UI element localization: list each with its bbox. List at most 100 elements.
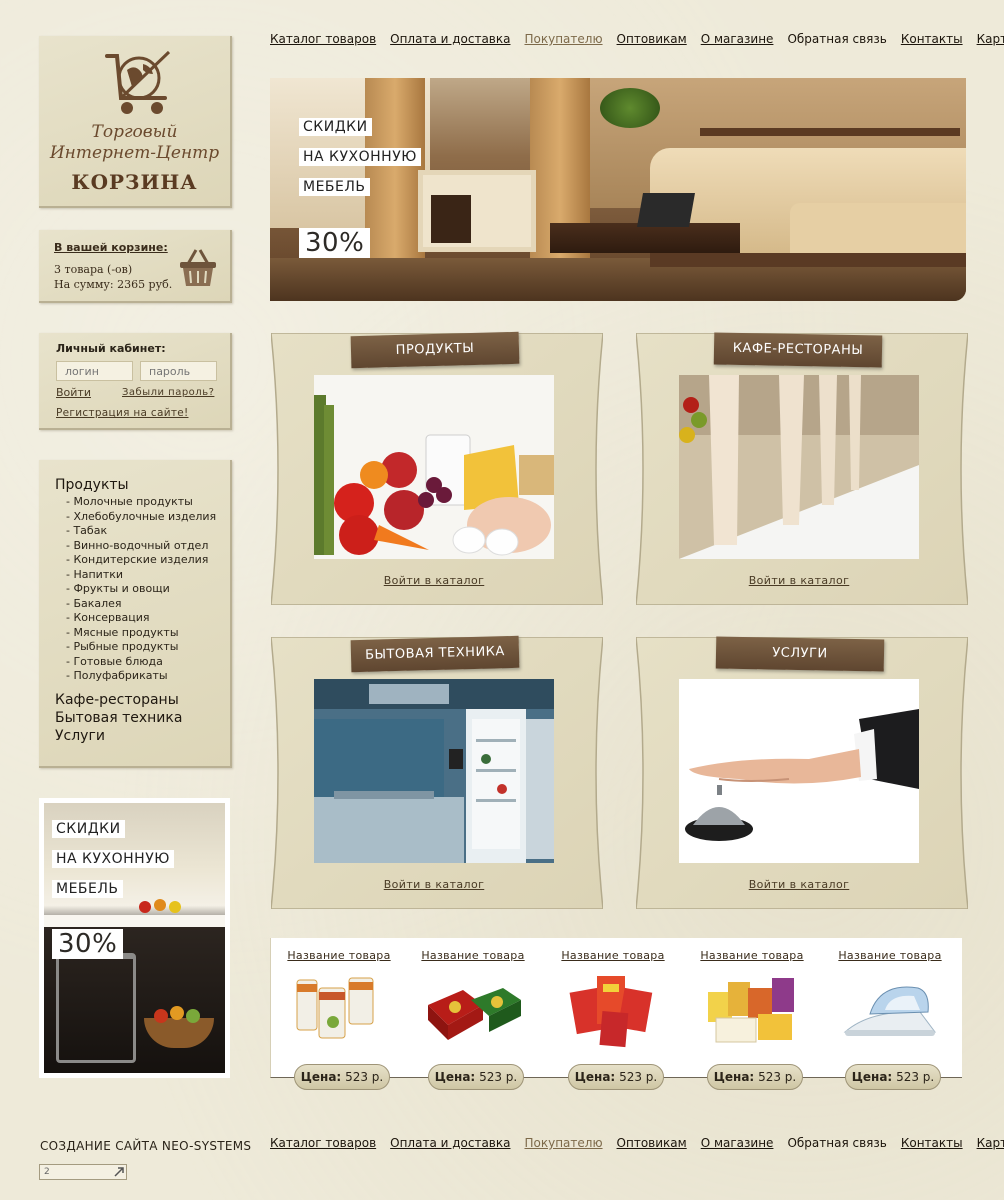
login-panel: Личный кабинет: Войти Забыли пароль? Рег… bbox=[39, 333, 232, 430]
side-promo-banner[interactable]: СКИДКИ НА КУХОННУЮ МЕБЕЛЬ 30% bbox=[39, 798, 230, 1078]
bottom-nav: Каталог товаров Оплата и доставка Покупа… bbox=[270, 1136, 1004, 1150]
card-title[interactable]: ПРОДУКТЫ bbox=[350, 331, 520, 369]
logo-name: КОРЗИНА bbox=[71, 170, 198, 194]
product-card[interactable]: Название товара Цена: 523 р. bbox=[687, 938, 817, 1090]
subcategory-item[interactable]: - Кондитерские изделия bbox=[66, 553, 216, 568]
card-catalog-link[interactable]: Войти в каталог bbox=[636, 574, 962, 587]
category-products[interactable]: Продукты bbox=[55, 477, 129, 493]
cart-title[interactable]: В вашей корзине: bbox=[54, 241, 168, 254]
banner-line-1: СКИДКИ bbox=[299, 118, 372, 136]
product-price: Цена: 523 р. bbox=[707, 1064, 803, 1090]
appliances-photo[interactable] bbox=[314, 679, 554, 863]
subcategory-item[interactable]: - Бакалея bbox=[66, 597, 216, 612]
cafes-photo[interactable] bbox=[679, 375, 919, 559]
main-banner[interactable]: СКИДКИ НА КУХОННУЮ МЕБЕЛЬ 30% bbox=[270, 78, 966, 301]
subcategory-item[interactable]: - Хлебобулочные изделия bbox=[66, 510, 216, 525]
basket-icon[interactable] bbox=[176, 246, 220, 290]
nav-catalog[interactable]: Каталог товаров bbox=[270, 1136, 376, 1150]
nav-sitemap[interactable]: Карта сайта bbox=[977, 32, 1004, 46]
visit-counter[interactable]: 2 bbox=[39, 1164, 127, 1180]
card-catalog-link[interactable]: Войти в каталог bbox=[636, 878, 962, 891]
subcategory-item[interactable]: - Готовые блюда bbox=[66, 655, 216, 670]
logo-panel[interactable]: Торговый Интернет-Центр КОРЗИНА bbox=[39, 36, 232, 208]
developer-credit[interactable]: СОЗДАНИЕ САЙТА NEO-SYSTEMS bbox=[40, 1139, 251, 1153]
subcategory-item[interactable]: - Табак bbox=[66, 524, 216, 539]
services-photo[interactable] bbox=[679, 679, 919, 863]
product-image[interactable] bbox=[702, 970, 802, 1050]
product-name[interactable]: Название товара bbox=[687, 949, 817, 962]
nav-wholesale[interactable]: Оптовикам bbox=[617, 32, 687, 46]
subcategory-item[interactable]: - Консервация bbox=[66, 611, 216, 626]
product-card[interactable]: Название товара Цена: 523 р. bbox=[274, 938, 404, 1090]
iron-image[interactable] bbox=[840, 970, 940, 1050]
product-card[interactable]: Название товара Цена: 523 р. bbox=[408, 938, 538, 1090]
counter-value: 2 bbox=[44, 1167, 50, 1177]
card-title[interactable]: БЫТОВАЯ ТЕХНИКА bbox=[350, 635, 520, 673]
subcategory-item[interactable]: - Мясные продукты bbox=[66, 626, 216, 641]
product-image[interactable] bbox=[563, 970, 663, 1050]
banner-sofa-base bbox=[650, 253, 966, 267]
globe-cart-icon bbox=[105, 50, 171, 114]
promo-line-3: МЕБЕЛЬ bbox=[52, 880, 123, 898]
nav-feedback[interactable]: Обратная связь bbox=[787, 32, 886, 46]
nav-payment-delivery[interactable]: Оплата и доставка bbox=[390, 32, 510, 46]
nav-about[interactable]: О магазине bbox=[701, 1136, 774, 1150]
product-price: Цена: 523 р. bbox=[294, 1064, 390, 1090]
nav-payment-delivery[interactable]: Оплата и доставка bbox=[390, 1136, 510, 1150]
nav-contacts[interactable]: Контакты bbox=[901, 32, 963, 46]
subcategory-item[interactable]: - Полуфабрикаты bbox=[66, 669, 216, 684]
products-photo[interactable] bbox=[314, 375, 554, 559]
nav-contacts[interactable]: Контакты bbox=[901, 1136, 963, 1150]
product-name[interactable]: Название товара bbox=[274, 949, 404, 962]
nav-feedback[interactable]: Обратная связь bbox=[787, 1136, 886, 1150]
banner-table bbox=[550, 223, 740, 253]
nav-wholesale[interactable]: Оптовикам bbox=[617, 1136, 687, 1150]
promo-line-2: НА КУХОННУЮ bbox=[52, 850, 174, 868]
nav-sitemap[interactable]: Карта сайта bbox=[977, 1136, 1004, 1150]
kitchen-appliances-image bbox=[314, 679, 554, 863]
product-image[interactable] bbox=[423, 970, 523, 1050]
category-services[interactable]: Услуги bbox=[55, 728, 105, 744]
category-card-cafes: КАФЕ-РЕСТОРАНЫ Войти в каталог bbox=[636, 332, 968, 605]
nav-catalog[interactable]: Каталог товаров bbox=[270, 32, 376, 46]
category-appliances[interactable]: Бытовая техника bbox=[55, 710, 182, 726]
password-input[interactable] bbox=[140, 361, 217, 381]
nav-about[interactable]: О магазине bbox=[701, 32, 774, 46]
category-menu: Продукты - Молочные продукты - Хлебобуло… bbox=[39, 460, 232, 768]
fruit-shape bbox=[154, 899, 166, 911]
fruit-shape bbox=[154, 1009, 168, 1023]
subcategory-item[interactable]: - Рыбные продукты bbox=[66, 640, 216, 655]
product-name[interactable]: Название товара bbox=[548, 949, 678, 962]
nav-buyers[interactable]: Покупателю bbox=[524, 1136, 602, 1150]
fruit-shape bbox=[139, 901, 151, 913]
service-bell-image bbox=[679, 679, 919, 863]
forgot-password-link[interactable]: Забыли пароль? bbox=[122, 387, 214, 398]
card-catalog-link[interactable]: Войти в каталог bbox=[271, 878, 597, 891]
login-input[interactable] bbox=[56, 361, 133, 381]
login-button[interactable]: Войти bbox=[56, 386, 91, 399]
product-name[interactable]: Название товара bbox=[825, 949, 955, 962]
card-title[interactable]: УСЛУГИ bbox=[715, 636, 885, 672]
cart-item-count: 3 товара (-ов) bbox=[54, 263, 133, 276]
subcategory-item[interactable]: - Винно-водочный отдел bbox=[66, 539, 216, 554]
product-card[interactable]: Название товара Цена: 523 р. bbox=[825, 938, 955, 1090]
product-card[interactable]: Название товара Цена: 523 р. bbox=[548, 938, 678, 1090]
card-catalog-link[interactable]: Войти в каталог bbox=[271, 574, 597, 587]
card-title[interactable]: КАФЕ-РЕСТОРАНЫ bbox=[713, 332, 883, 368]
logo-line-2: Интернет-Центр bbox=[49, 143, 220, 163]
category-cafes[interactable]: Кафе-рестораны bbox=[55, 692, 179, 708]
promo-discount: 30% bbox=[52, 929, 124, 959]
register-link[interactable]: Регистрация на сайте! bbox=[56, 407, 189, 419]
cart-total: На сумму: 2365 руб. bbox=[54, 278, 173, 291]
subcategory-item[interactable]: - Фрукты и овощи bbox=[66, 582, 216, 597]
banner-stand bbox=[418, 170, 536, 252]
top-nav: Каталог товаров Оплата и доставка Покупа… bbox=[270, 32, 1004, 46]
product-name[interactable]: Название товара bbox=[408, 949, 538, 962]
nav-buyers[interactable]: Покупателю bbox=[524, 32, 602, 46]
subcategory-item[interactable]: - Молочные продукты bbox=[66, 495, 216, 510]
arrow-icon bbox=[114, 1167, 124, 1177]
product-image[interactable] bbox=[289, 970, 389, 1050]
fruit-shape bbox=[169, 901, 181, 913]
banner-line-3: МЕБЕЛЬ bbox=[299, 178, 370, 196]
subcategory-item[interactable]: - Напитки bbox=[66, 568, 216, 583]
